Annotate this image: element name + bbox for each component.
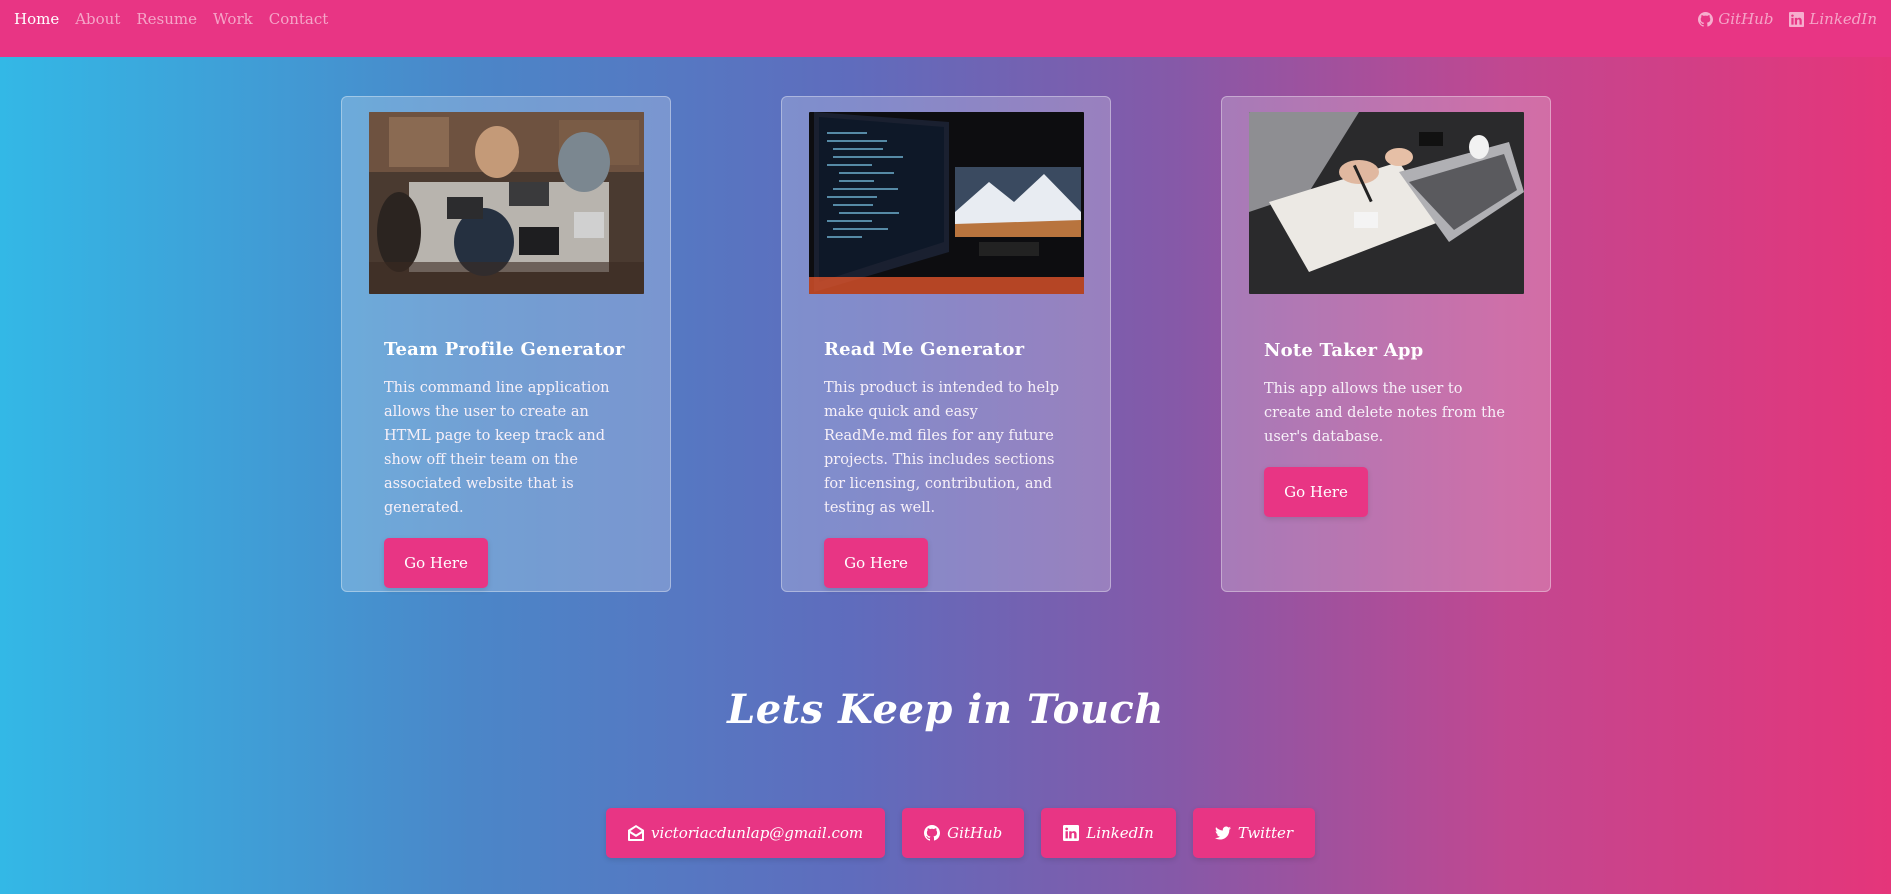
- twitter-label: Twitter: [1237, 824, 1294, 842]
- linkedin-icon: [1789, 11, 1805, 27]
- email-button[interactable]: victoriacdunlap@gmail.com: [606, 808, 886, 858]
- nav-github-label: GitHub: [1718, 10, 1774, 28]
- github-icon: [924, 825, 941, 841]
- github-icon: [1698, 11, 1714, 27]
- navbar: Home About Resume Work Contact GitHub Li…: [0, 0, 1891, 57]
- linkedin-label: LinkedIn: [1086, 824, 1154, 842]
- nav-link-home[interactable]: Home: [14, 10, 59, 28]
- project-card-note-taker: Note Taker App This app allows the user …: [1221, 96, 1551, 592]
- go-here-button[interactable]: Go Here: [824, 538, 928, 588]
- envelope-open-icon: [628, 825, 644, 841]
- twitter-icon: [1214, 826, 1231, 840]
- project-card-readme: Read Me Generator This product is intend…: [781, 96, 1111, 592]
- project-card-team-profile: Team Profile Generator This command line…: [341, 96, 671, 592]
- nav-link-resume[interactable]: Resume: [136, 10, 197, 28]
- contact-buttons: victoriacdunlap@gmail.com GitHub LinkedI…: [606, 808, 1332, 858]
- nav-links: Home About Resume Work Contact: [14, 10, 344, 28]
- project-title: Note Taker App: [1264, 340, 1424, 361]
- linkedin-button[interactable]: LinkedIn: [1041, 808, 1176, 858]
- twitter-button[interactable]: Twitter: [1192, 808, 1316, 858]
- email-label: victoriacdunlap@gmail.com: [651, 824, 864, 842]
- github-label: GitHub: [947, 824, 1003, 842]
- project-image-team-meeting: [369, 112, 644, 294]
- go-here-button[interactable]: Go Here: [1264, 467, 1368, 517]
- project-image-code-monitors: [809, 112, 1084, 294]
- go-here-button[interactable]: Go Here: [384, 538, 488, 588]
- nav-social: GitHub LinkedIn: [1682, 10, 1877, 28]
- linkedin-icon: [1063, 825, 1080, 841]
- nav-linkedin-label: LinkedIn: [1809, 10, 1877, 28]
- nav-linkedin-link[interactable]: LinkedIn: [1789, 10, 1877, 28]
- project-description: This command line application allows the…: [384, 380, 610, 516]
- project-title: Read Me Generator: [824, 339, 1025, 360]
- project-title: Team Profile Generator: [384, 339, 625, 360]
- github-button[interactable]: GitHub: [902, 808, 1025, 858]
- nav-link-about[interactable]: About: [75, 10, 120, 28]
- project-image-notebook-laptop: [1249, 112, 1524, 294]
- project-description: This app allows the user to create and d…: [1264, 381, 1505, 445]
- nav-link-contact[interactable]: Contact: [269, 10, 329, 28]
- nav-github-link[interactable]: GitHub: [1698, 10, 1773, 28]
- contact-heading: Lets Keep in Touch: [727, 686, 1164, 733]
- project-description: This product is intended to help make qu…: [824, 380, 1059, 516]
- nav-link-work[interactable]: Work: [213, 10, 253, 28]
